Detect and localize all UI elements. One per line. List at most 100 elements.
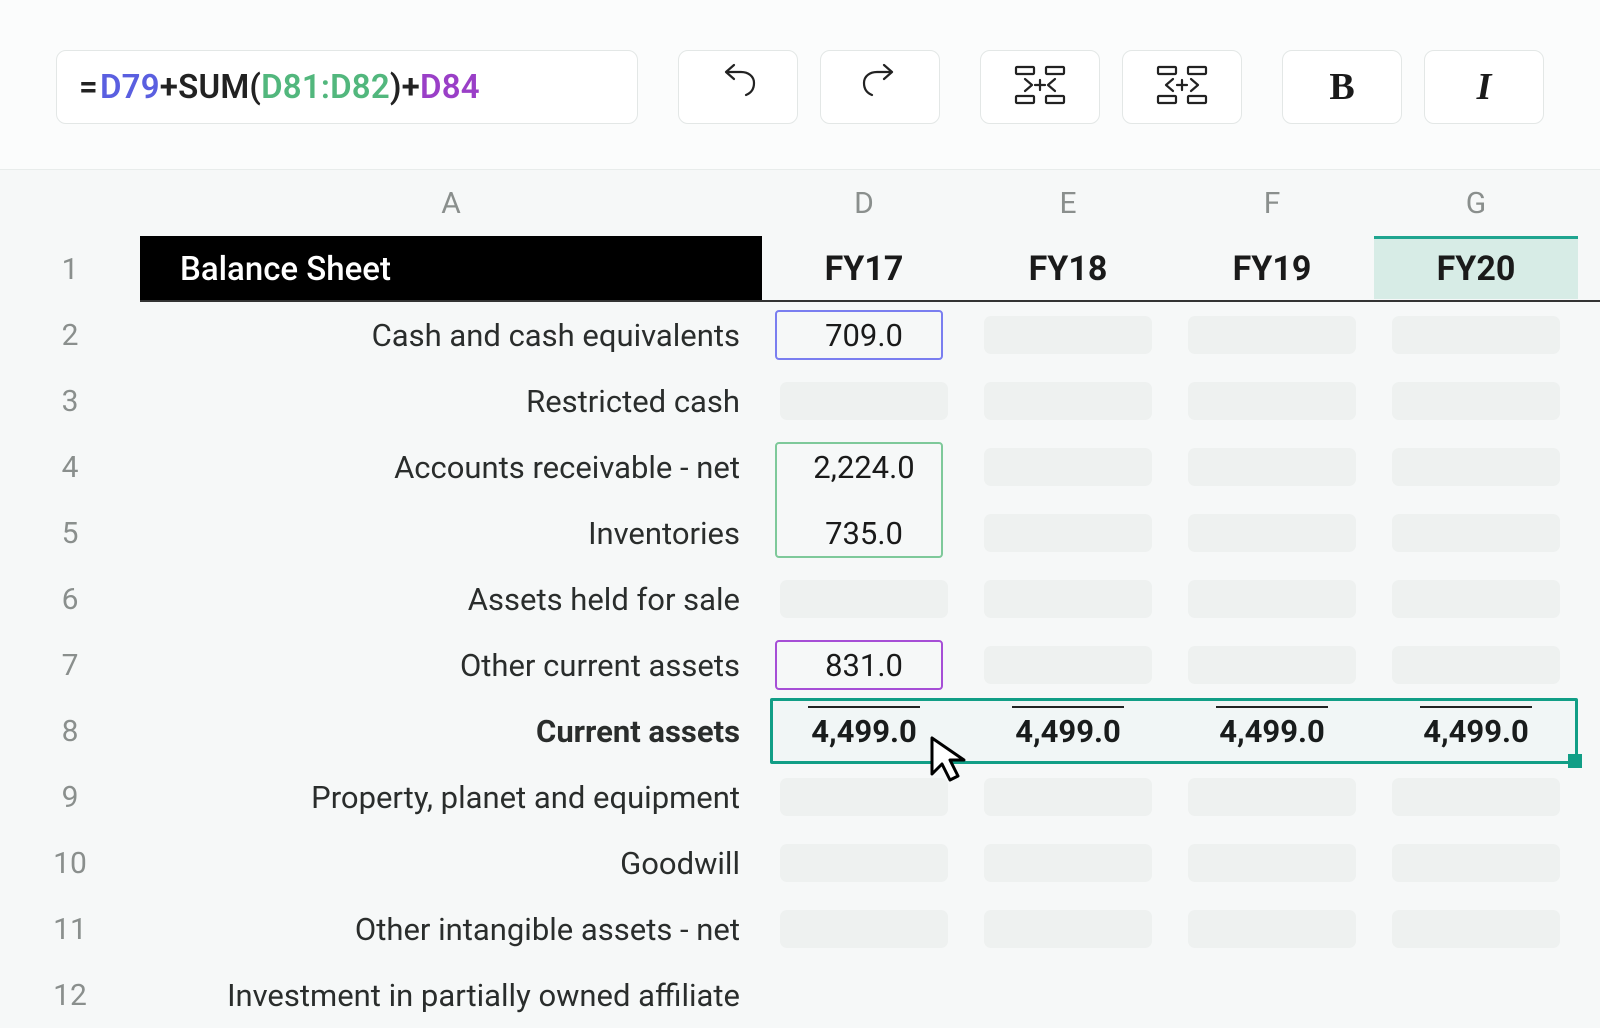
row-header-4[interactable]: 4 xyxy=(0,434,140,500)
row-10: Goodwill xyxy=(140,830,1600,896)
col-fy20[interactable]: FY20 xyxy=(1374,236,1578,299)
cell-g11[interactable] xyxy=(1392,910,1560,948)
overline-g8 xyxy=(1420,706,1532,708)
cell-e6[interactable] xyxy=(984,580,1152,618)
cell-g7[interactable] xyxy=(1392,646,1560,684)
undo-button[interactable] xyxy=(678,50,798,124)
insert-row-button[interactable] xyxy=(980,50,1100,124)
undo-icon xyxy=(716,63,760,111)
overline-e8 xyxy=(1012,706,1124,708)
cell-d9[interactable] xyxy=(780,778,948,816)
cell-e2[interactable] xyxy=(984,316,1152,354)
row-header-1[interactable]: 1 xyxy=(0,236,140,302)
italic-button[interactable]: I xyxy=(1424,50,1544,124)
row-header-3[interactable]: 3 xyxy=(0,368,140,434)
cell-e7[interactable] xyxy=(984,646,1152,684)
row-header-12[interactable]: 12 xyxy=(0,962,140,1028)
label-assets-held[interactable]: Assets held for sale xyxy=(140,566,762,632)
row-header-9[interactable]: 9 xyxy=(0,764,140,830)
col-fy19[interactable]: FY19 xyxy=(1170,236,1374,302)
row-headers: 1 2 3 4 5 6 7 8 9 10 11 12 xyxy=(0,236,140,1000)
formula-close-paren: ) xyxy=(390,68,402,107)
row-header-8[interactable]: 8 xyxy=(0,698,140,764)
redo-button[interactable] xyxy=(820,50,940,124)
label-inventories[interactable]: Inventories xyxy=(140,500,762,566)
delete-row-icon xyxy=(1154,63,1210,111)
bold-button[interactable]: B xyxy=(1282,50,1402,124)
spreadsheet-grid: A D E F G 1 2 3 4 5 6 7 8 9 10 11 12 Bal… xyxy=(0,170,1600,1000)
formula-bar[interactable]: = D79 + SUM( D81:D82 ) + D84 xyxy=(56,50,638,124)
app-canvas: = D79 + SUM( D81:D82 ) + D84 xyxy=(0,0,1600,1000)
label-investment-affiliate[interactable]: Investment in partially owned affiliate xyxy=(140,962,762,1028)
cell-e11[interactable] xyxy=(984,910,1152,948)
cell-g10[interactable] xyxy=(1392,844,1560,882)
cell-g2[interactable] xyxy=(1392,316,1560,354)
formula-ref-d84: D84 xyxy=(420,68,480,107)
row-5: Inventories 735.0 xyxy=(140,500,1600,566)
row-12: Investment in partially owned affiliate xyxy=(140,962,1600,1028)
cell-g3[interactable] xyxy=(1392,382,1560,420)
toolbar: = D79 + SUM( D81:D82 ) + D84 xyxy=(0,0,1600,170)
cell-e10[interactable] xyxy=(984,844,1152,882)
row-2: Cash and cash equivalents 709.0 xyxy=(140,302,1600,368)
cell-f7[interactable] xyxy=(1188,646,1356,684)
row-col-group xyxy=(980,50,1242,124)
row-1: Balance Sheet FY17 FY18 FY19 FY20 xyxy=(140,236,1600,302)
formula-fn-sum: SUM( xyxy=(178,68,261,107)
cell-d11[interactable] xyxy=(780,910,948,948)
row-header-6[interactable]: 6 xyxy=(0,566,140,632)
label-ppe[interactable]: Property, planet and equipment xyxy=(140,764,762,830)
row-header-7[interactable]: 7 xyxy=(0,632,140,698)
cell-f3[interactable] xyxy=(1188,382,1356,420)
row-3: Restricted cash xyxy=(140,368,1600,434)
cell-e9[interactable] xyxy=(984,778,1152,816)
insert-row-icon xyxy=(1012,63,1068,111)
label-intangibles[interactable]: Other intangible assets - net xyxy=(140,896,762,962)
cell-d4[interactable]: 2,224.0 xyxy=(762,434,966,500)
col-header-d[interactable]: D xyxy=(762,170,966,236)
cell-g5[interactable] xyxy=(1392,514,1560,552)
cell-d6[interactable] xyxy=(780,580,948,618)
row-header-10[interactable]: 10 xyxy=(0,830,140,896)
overline-d8 xyxy=(808,706,920,708)
cell-f10[interactable] xyxy=(1188,844,1356,882)
label-restricted-cash[interactable]: Restricted cash xyxy=(140,368,762,434)
cell-g4[interactable] xyxy=(1392,448,1560,486)
cell-g9[interactable] xyxy=(1392,778,1560,816)
cell-d3[interactable] xyxy=(780,382,948,420)
row-header-11[interactable]: 11 xyxy=(0,896,140,962)
cell-e5[interactable] xyxy=(984,514,1152,552)
cell-f11[interactable] xyxy=(1188,910,1356,948)
cell-e3[interactable] xyxy=(984,382,1152,420)
row-header-5[interactable]: 5 xyxy=(0,500,140,566)
col-header-e[interactable]: E xyxy=(966,170,1170,236)
cell-f5[interactable] xyxy=(1188,514,1356,552)
col-fy17[interactable]: FY17 xyxy=(762,236,966,302)
cell-f2[interactable] xyxy=(1188,316,1356,354)
label-other-current[interactable]: Other current assets xyxy=(140,632,762,698)
row-4: Accounts receivable - net 2,224.0 xyxy=(140,434,1600,500)
cell-f6[interactable] xyxy=(1188,580,1356,618)
cell-d5[interactable]: 735.0 xyxy=(762,500,966,566)
cell-f9[interactable] xyxy=(1188,778,1356,816)
label-goodwill[interactable]: Goodwill xyxy=(140,830,762,896)
row-11: Other intangible assets - net xyxy=(140,896,1600,962)
formula-ref-d79: D79 xyxy=(100,68,160,107)
col-header-a[interactable]: A xyxy=(140,170,762,236)
cell-d10[interactable] xyxy=(780,844,948,882)
row-header-2[interactable]: 2 xyxy=(0,302,140,368)
cell-g6[interactable] xyxy=(1392,580,1560,618)
delete-row-button[interactable] xyxy=(1122,50,1242,124)
cell-f4[interactable] xyxy=(1188,448,1356,486)
cell-d2[interactable]: 709.0 xyxy=(762,302,966,368)
col-fy18[interactable]: FY18 xyxy=(966,236,1170,302)
cell-d7[interactable]: 831.0 xyxy=(762,632,966,698)
label-current-assets[interactable]: Current assets xyxy=(140,698,762,764)
label-cash[interactable]: Cash and cash equivalents xyxy=(140,302,762,368)
col-header-g[interactable]: G xyxy=(1374,170,1578,236)
label-ar-net[interactable]: Accounts receivable - net xyxy=(140,434,762,500)
cell-e4[interactable] xyxy=(984,448,1152,486)
col-header-f[interactable]: F xyxy=(1170,170,1374,236)
sheet-title[interactable]: Balance Sheet xyxy=(140,236,762,302)
format-group: B I xyxy=(1282,50,1544,124)
